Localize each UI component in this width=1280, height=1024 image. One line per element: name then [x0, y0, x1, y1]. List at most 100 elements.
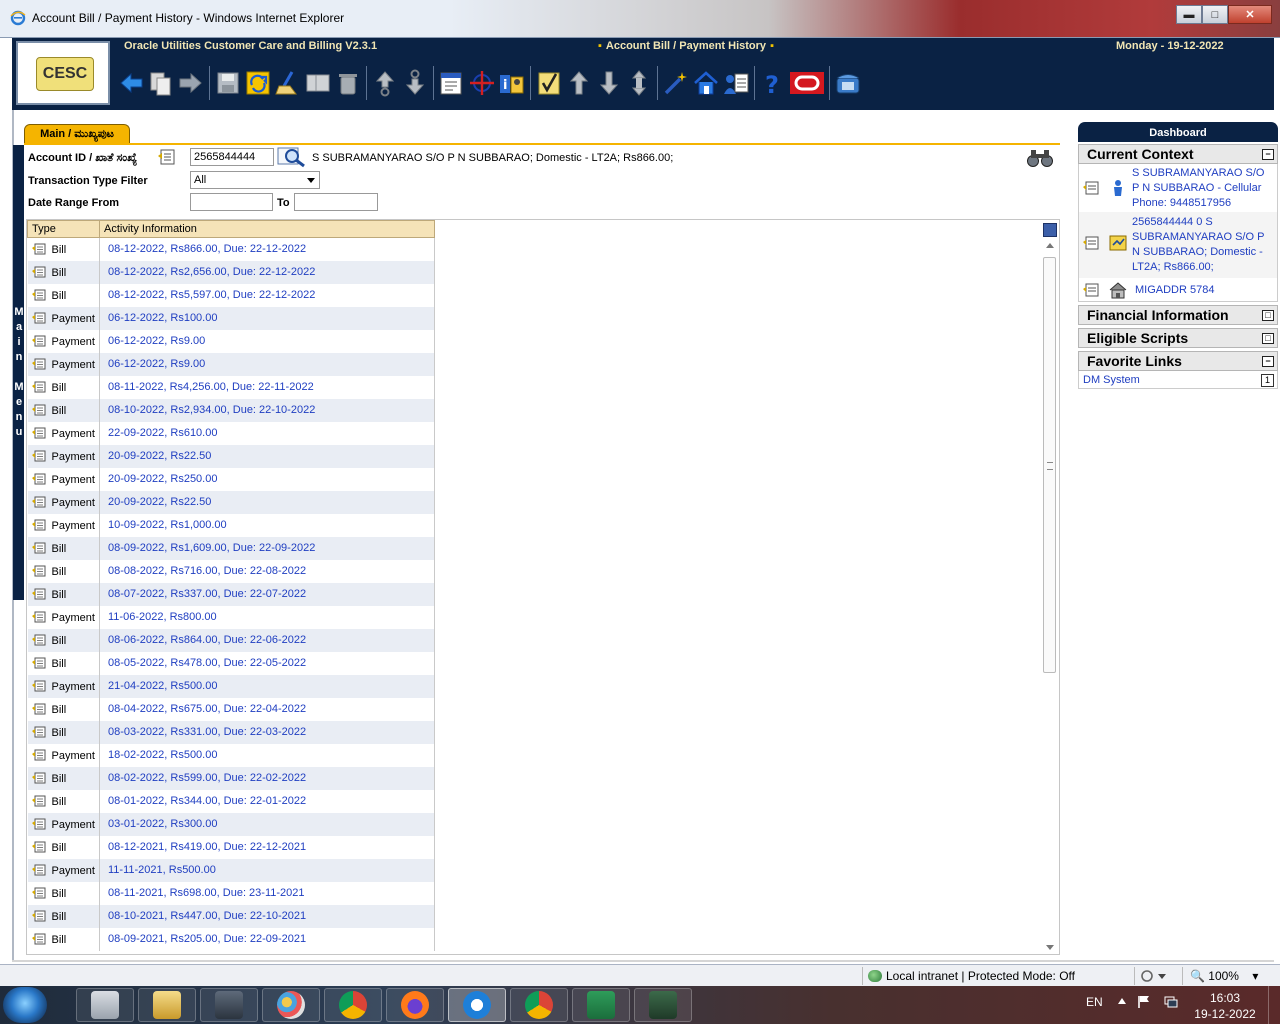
activity-info-link[interactable]: 08-10-2021, Rs447.00, Due: 22-10-2021	[99, 904, 435, 928]
activity-info-link[interactable]: 08-12-2022, Rs2,656.00, Due: 22-12-2022	[99, 260, 435, 284]
context-menu-icon[interactable]	[1083, 181, 1099, 195]
activity-info-link[interactable]: 11-11-2021, Rs500.00	[99, 858, 435, 882]
copy-icon[interactable]	[146, 67, 176, 99]
table-row[interactable]: Bill 08-06-2022, Rs864.00, Due: 22-06-202…	[27, 628, 435, 652]
refresh-icon[interactable]	[243, 67, 273, 99]
context-account-text[interactable]: 2565844444 0 S SUBRAMANYARAO S/O P N SUB…	[1132, 215, 1273, 275]
table-row[interactable]: Bill 08-07-2022, Rs337.00, Due: 22-07-202…	[27, 582, 435, 606]
vertical-scrollbar[interactable]	[1041, 221, 1059, 955]
date-from-input[interactable]	[190, 193, 273, 211]
minimize-button[interactable]: ▬	[1176, 5, 1202, 24]
home-icon[interactable]	[691, 67, 721, 99]
table-row[interactable]: Bill 08-12-2022, Rs5,597.00, Due: 22-12-2…	[27, 283, 435, 307]
scroll-up-icon[interactable]	[564, 67, 594, 99]
activity-info-link[interactable]: 06-12-2022, Rs100.00	[99, 306, 435, 330]
performance-monitor-icon[interactable]	[634, 988, 692, 1022]
excel-icon[interactable]	[572, 988, 630, 1022]
table-row[interactable]: Payment 11-11-2021, Rs500.00	[27, 858, 435, 882]
activity-info-link[interactable]: 08-11-2021, Rs698.00, Due: 23-11-2021	[99, 881, 435, 905]
internet-explorer-icon[interactable]	[448, 988, 506, 1022]
firefox-icon[interactable]	[386, 988, 444, 1022]
language-indicator[interactable]: EN	[1086, 995, 1103, 1009]
chrome-icon[interactable]	[324, 988, 382, 1022]
context-menu-icon[interactable]	[31, 634, 46, 646]
context-menu-icon[interactable]	[31, 611, 46, 623]
table-row[interactable]: Payment 20-09-2022, Rs250.00	[27, 467, 435, 491]
current-context-header[interactable]: Current Context −	[1078, 144, 1278, 164]
activity-info-link[interactable]: 06-12-2022, Rs9.00	[99, 352, 435, 376]
close-button[interactable]: ✕	[1228, 5, 1272, 24]
activity-info-link[interactable]: 08-12-2022, Rs5,597.00, Due: 22-12-2022	[99, 283, 435, 307]
table-row[interactable]: Bill 08-09-2022, Rs1,609.00, Due: 22-09-2…	[27, 536, 435, 560]
activity-info-link[interactable]: 20-09-2022, Rs22.50	[99, 444, 435, 468]
activity-info-link[interactable]: 08-01-2022, Rs344.00, Due: 22-01-2022	[99, 789, 435, 813]
column-header-activity[interactable]: Activity Information	[99, 220, 435, 238]
context-menu-icon[interactable]	[31, 289, 46, 301]
activity-info-link[interactable]: 08-09-2022, Rs1,609.00, Due: 22-09-2022	[99, 536, 435, 560]
user-preferences-icon[interactable]	[721, 67, 751, 99]
scroll-down-arrow[interactable]	[1046, 945, 1054, 950]
table-row[interactable]: Bill 08-12-2022, Rs2,656.00, Due: 22-12-2…	[27, 260, 435, 284]
activity-info-link[interactable]: 20-09-2022, Rs22.50	[99, 490, 435, 514]
protected-mode-icon[interactable]	[1140, 969, 1168, 983]
context-menu-icon[interactable]	[31, 910, 46, 922]
action-center-flag-icon[interactable]	[1138, 995, 1150, 1009]
context-menu-icon[interactable]	[31, 841, 46, 853]
company-logo[interactable]: CESC	[16, 41, 110, 105]
search-icon[interactable]	[277, 146, 307, 168]
chrome-profile-icon[interactable]	[510, 988, 568, 1022]
context-menu-icon[interactable]	[31, 358, 46, 370]
table-row[interactable]: Bill 08-08-2022, Rs716.00, Due: 22-08-202…	[27, 559, 435, 583]
scroll-up-arrow[interactable]	[1046, 243, 1054, 248]
transaction-type-select[interactable]: All	[190, 171, 320, 189]
task-manager-icon[interactable]	[200, 988, 258, 1022]
context-menu-icon[interactable]	[31, 312, 46, 324]
activity-info-link[interactable]: 08-05-2022, Rs478.00, Due: 22-05-2022	[99, 651, 435, 675]
activity-info-link[interactable]: 08-12-2021, Rs419.00, Due: 22-12-2021	[99, 835, 435, 859]
activity-info-link[interactable]: 08-10-2022, Rs2,934.00, Due: 22-10-2022	[99, 398, 435, 422]
favorite-link-dm-system[interactable]: DM System 1	[1078, 371, 1278, 389]
activity-info-link[interactable]: 20-09-2022, Rs250.00	[99, 467, 435, 491]
context-account[interactable]: 2565844444 0 S SUBRAMANYARAO S/O P N SUB…	[1078, 212, 1278, 278]
paint-icon[interactable]	[262, 988, 320, 1022]
activity-info-link[interactable]: 08-11-2022, Rs4,256.00, Due: 22-11-2022	[99, 375, 435, 399]
table-row[interactable]: Payment 22-09-2022, Rs610.00	[27, 421, 435, 445]
table-row[interactable]: Payment 06-12-2022, Rs9.00	[27, 352, 435, 376]
account-id-input[interactable]: 2565844444	[190, 148, 274, 166]
table-row[interactable]: Bill 08-11-2021, Rs698.00, Due: 23-11-202…	[27, 881, 435, 905]
context-menu-icon[interactable]	[31, 243, 46, 255]
date-to-input[interactable]	[294, 193, 378, 211]
file-explorer-icon[interactable]	[138, 988, 196, 1022]
save-icon[interactable]	[213, 67, 243, 99]
activity-info-link[interactable]: 08-06-2022, Rs864.00, Due: 22-06-2022	[99, 628, 435, 652]
context-menu-icon[interactable]	[31, 749, 46, 761]
activity-info-link[interactable]: 08-09-2021, Rs205.00, Due: 22-09-2021	[99, 927, 435, 951]
goto-next-icon[interactable]	[400, 67, 430, 99]
context-menu-icon[interactable]	[1083, 283, 1099, 297]
context-menu-icon[interactable]	[158, 149, 176, 165]
table-row[interactable]: Bill 08-02-2022, Rs599.00, Due: 22-02-202…	[27, 766, 435, 790]
context-menu-icon[interactable]	[31, 519, 46, 531]
table-row[interactable]: Bill 08-12-2022, Rs866.00, Due: 22-12-202…	[27, 237, 435, 261]
context-menu-icon[interactable]	[31, 404, 46, 416]
context-menu-icon[interactable]	[31, 542, 46, 554]
validate-icon[interactable]	[534, 67, 564, 99]
context-menu-icon[interactable]	[31, 726, 46, 738]
context-menu-icon[interactable]	[31, 680, 46, 692]
clear-icon[interactable]	[273, 67, 303, 99]
forward-arrow-icon[interactable]	[176, 67, 206, 99]
security-zone[interactable]: Local intranet | Protected Mode: Off	[868, 969, 1075, 983]
duplicate-icon[interactable]	[303, 67, 333, 99]
context-menu-icon[interactable]	[31, 887, 46, 899]
collapse-icon[interactable]: −	[1262, 149, 1274, 160]
activity-info-link[interactable]: 08-12-2022, Rs866.00, Due: 22-12-2022	[99, 237, 435, 261]
context-menu-icon[interactable]	[31, 818, 46, 830]
context-person-text[interactable]: S SUBRAMANYARAO S/O P N SUBBARAO - Cellu…	[1132, 166, 1273, 211]
activity-info-link[interactable]: 21-04-2022, Rs500.00	[99, 674, 435, 698]
context-menu-icon[interactable]	[437, 67, 467, 99]
activity-info-link[interactable]: 08-02-2022, Rs599.00, Due: 22-02-2022	[99, 766, 435, 790]
activity-info-link[interactable]: 08-08-2022, Rs716.00, Due: 22-08-2022	[99, 559, 435, 583]
activity-info-link[interactable]: 08-07-2022, Rs337.00, Due: 22-07-2022	[99, 582, 435, 606]
activity-info-link[interactable]: 06-12-2022, Rs9.00	[99, 329, 435, 353]
activity-info-link[interactable]: 22-09-2022, Rs610.00	[99, 421, 435, 445]
